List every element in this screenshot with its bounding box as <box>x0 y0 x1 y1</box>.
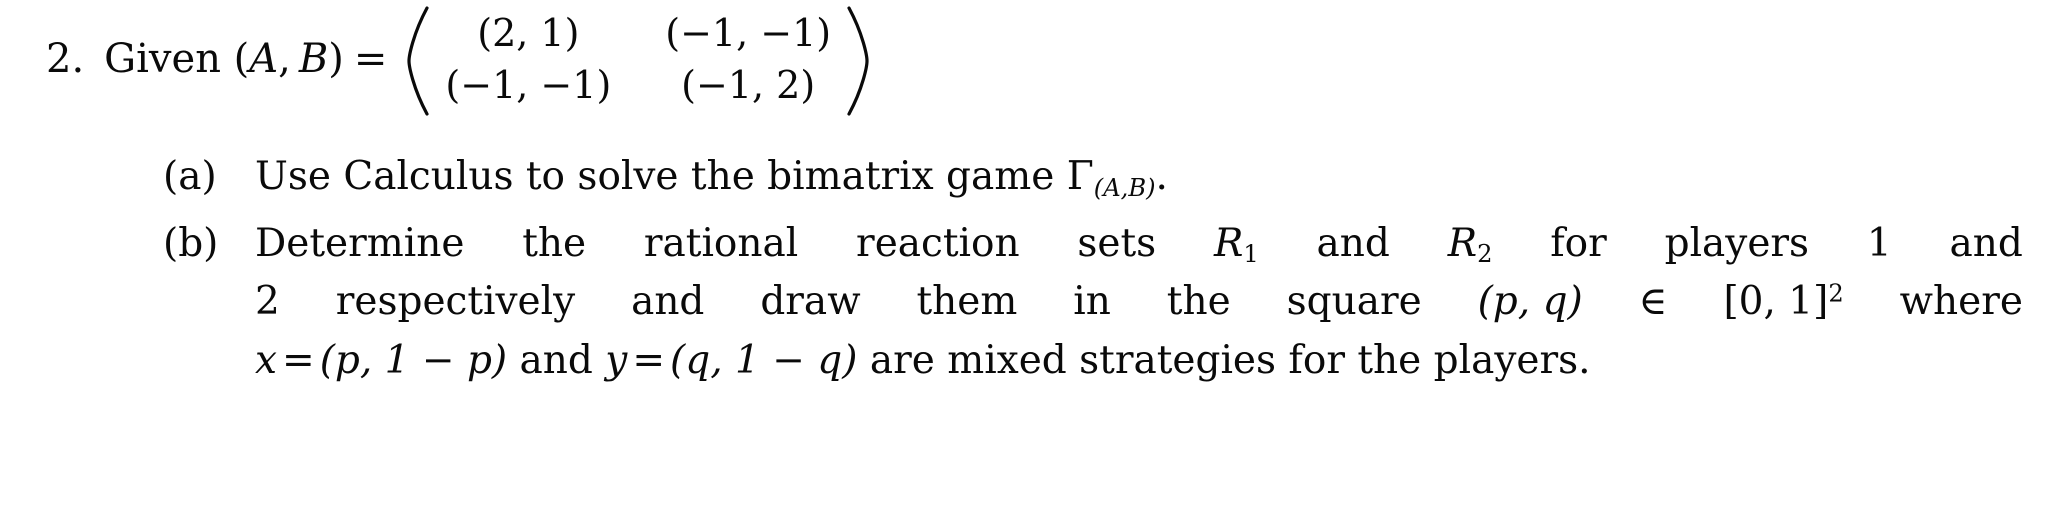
comma: , <box>278 36 291 82</box>
subitem-a-line-1: Use Calculus to solve the bimatrix game … <box>255 148 2023 207</box>
symbol-B: B <box>298 36 329 82</box>
symbol-unit-square: [0, 1]2 <box>1723 273 1843 332</box>
symbol-R2: R2 <box>1448 215 1493 274</box>
value-y: (q, 1 − q) <box>670 337 858 383</box>
problem-statement: 2. Given (A, B) = (2, 1) (−1, −1) (−1, −… <box>46 4 871 116</box>
problem-number: 2. <box>46 36 85 82</box>
equals-sign: = <box>353 36 388 82</box>
matrix-cell-r2c2: (−1, 2) <box>681 63 816 107</box>
word-respectively: respectively <box>335 279 576 324</box>
word-the-2: the <box>1166 279 1231 324</box>
matrix-cell-r1c2: (−1, −1) <box>665 11 832 55</box>
word-determine: Determine <box>255 220 465 266</box>
word-square: square <box>1286 279 1422 324</box>
matrix-right-paren-icon <box>845 6 871 116</box>
symbol-y: y <box>605 337 628 383</box>
given-word: Given <box>104 36 221 82</box>
symbol-pq-pair: (p, q) <box>1477 279 1583 324</box>
word-the: the <box>522 220 587 266</box>
word-and-4: and <box>519 337 593 383</box>
interval-base: [0, 1] <box>1723 279 1829 324</box>
word-players: players <box>1664 220 1810 266</box>
symbol-R2-base: R <box>1447 220 1478 266</box>
word-reaction: reaction <box>856 220 1020 266</box>
matrix-cell-r1c1: (2, 1) <box>477 11 580 55</box>
word-where: where <box>1899 279 2023 324</box>
equals-x: = <box>282 337 315 383</box>
matrix-cell-r2c1: (−1, −1) <box>445 63 612 107</box>
subitem-b-tail-text: are mixed strategies for the players. <box>869 337 1591 383</box>
word-and-2: and <box>1949 220 2023 266</box>
matrix-left-paren-icon <box>405 6 431 116</box>
paren-open: ( <box>233 36 250 82</box>
gamma-subscript: (A,B) <box>1093 173 1156 202</box>
word-draw: draw <box>760 279 861 324</box>
symbol-R1: R1 <box>1214 215 1259 274</box>
matrix-body: (2, 1) (−1, −1) (−1, −1) (−1, 2) <box>431 6 845 116</box>
word-and-3: and <box>631 279 705 324</box>
subitem-a-body: Use Calculus to solve the bimatrix game … <box>255 148 2023 207</box>
interval-exponent: 2 <box>1828 279 1844 308</box>
word-sets: sets <box>1077 220 1157 266</box>
subitem-b-line-1: Determine the rational reaction sets R1 … <box>255 215 2023 274</box>
symbol-x: x <box>255 337 277 383</box>
subitem-a: (a) Use Calculus to solve the bimatrix g… <box>163 148 2023 207</box>
word-rational: rational <box>643 220 799 266</box>
equals-y: = <box>632 337 666 383</box>
document-page: 2. Given (A, B) = (2, 1) (−1, −1) (−1, −… <box>0 0 2051 520</box>
symbol-A: A <box>249 36 279 82</box>
symbol-R1-base: R <box>1213 220 1244 266</box>
value-x: (p, 1 − p) <box>319 337 508 383</box>
subitem-b-line-2: 2 respectively and draw them in the squa… <box>255 273 2023 332</box>
subitem-list: (a) Use Calculus to solve the bimatrix g… <box>163 148 2023 398</box>
word-for: for <box>1550 220 1607 266</box>
word-and-1: and <box>1316 220 1390 266</box>
word-player-two: 2 <box>255 279 280 324</box>
subitem-b: (b) Determine the rational reaction sets… <box>163 215 2023 391</box>
period: . <box>1155 154 1168 199</box>
subitem-a-marker: (a) <box>163 154 217 199</box>
symbol-R2-index: 2 <box>1477 239 1493 268</box>
subitem-b-body: Determine the rational reaction sets R1 … <box>255 215 2023 391</box>
gamma-symbol: Γ <box>1066 154 1094 199</box>
symbol-R1-index: 1 <box>1243 239 1259 268</box>
paren-close: ) <box>328 36 344 82</box>
subitem-b-line-3: x = (p, 1 − p) and y = (q, 1 − q) are mixed … <box>255 332 2023 391</box>
word-in: in <box>1073 279 1111 324</box>
problem-lead-text: Given (A, B) <box>104 39 344 79</box>
word-player-one: 1 <box>1866 220 1892 266</box>
word-them: them <box>916 279 1018 324</box>
subitem-b-marker: (b) <box>163 220 219 266</box>
bimatrix: (2, 1) (−1, −1) (−1, −1) (−1, 2) <box>405 6 871 116</box>
element-of-icon: ∈ <box>1638 279 1668 324</box>
subitem-a-text: Use Calculus to solve the bimatrix game <box>255 154 1055 199</box>
